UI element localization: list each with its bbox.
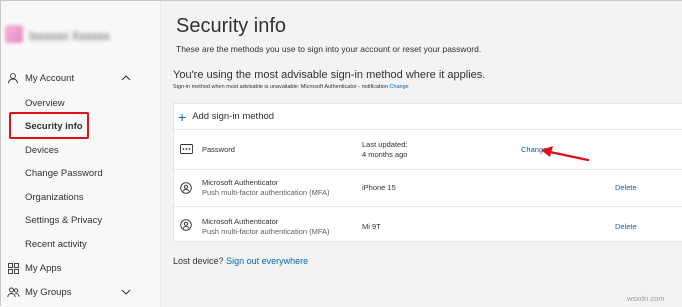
device-name: Mi 9T <box>362 222 381 231</box>
lost-device: Lost device? Sign out everywhere <box>173 256 308 266</box>
authenticator-icon <box>180 218 192 234</box>
advisable-message: You're using the most advisable sign-in … <box>173 69 486 81</box>
main-content: Security info These are the methods you … <box>161 1 682 307</box>
delete-method-button[interactable]: Delete <box>615 222 637 231</box>
nav-group-my-apps[interactable]: My Apps <box>1 256 161 280</box>
apps-grid-icon <box>6 261 20 275</box>
page-subtitle: These are the methods you use to sign in… <box>176 44 482 54</box>
profile-name: Ixxxxxx Xxxxxx <box>29 29 110 43</box>
red-arrow-annotation <box>541 146 590 162</box>
sidebar: Ixxxxxx Xxxxxx My Account Overview Secur… <box>1 1 161 307</box>
sidebar-item-organizations[interactable]: Organizations <box>25 192 84 203</box>
sidebar-item-devices[interactable]: Devices <box>25 145 59 156</box>
watermark: wsxdn.com <box>627 294 665 303</box>
method-description: Push multi-factor authentication (MFA) <box>202 188 330 197</box>
method-row-authenticator: Microsoft Authenticator Push multi-facto… <box>174 206 682 243</box>
sidebar-item-change-password[interactable]: Change Password <box>25 168 103 179</box>
device-name: iPhone 15 <box>362 183 396 192</box>
chevron-up-icon[interactable] <box>119 71 133 85</box>
chevron-down-icon[interactable] <box>119 285 133 299</box>
method-name: Password <box>202 145 235 154</box>
method-row-authenticator: Microsoft Authenticator Push multi-facto… <box>174 169 682 206</box>
profile[interactable]: Ixxxxxx Xxxxxx <box>5 25 155 45</box>
authenticator-icon <box>180 181 192 197</box>
unavailable-text: Sign-in method when most advisable is un… <box>173 84 388 90</box>
sidebar-item-recent-activity[interactable]: Recent activity <box>25 239 87 250</box>
highlight-box <box>9 112 89 139</box>
methods-card: + Add sign-in method Password Last updat… <box>173 103 682 242</box>
sidebar-item-settings-privacy[interactable]: Settings & Privacy <box>25 215 102 226</box>
password-dots-icon <box>180 144 193 156</box>
method-row-password: Password Last updated: 4 months ago Chan… <box>174 129 682 169</box>
nav-group-my-account[interactable]: My Account <box>1 66 161 90</box>
sign-out-everywhere-link[interactable]: Sign out everywhere <box>226 256 308 266</box>
nav-group-my-groups[interactable]: My Groups <box>1 280 161 304</box>
delete-method-button[interactable]: Delete <box>615 183 637 192</box>
page-title: Security info <box>176 15 287 37</box>
lost-device-label: Lost device? <box>173 256 224 266</box>
avatar <box>5 25 23 43</box>
default-method-change-link[interactable]: Change <box>389 84 408 90</box>
method-name: Microsoft Authenticator <box>202 178 279 187</box>
method-name: Microsoft Authenticator <box>202 217 279 226</box>
plus-icon: + <box>178 108 187 125</box>
add-method-label: Add sign-in method <box>192 111 275 122</box>
add-sign-in-method-button[interactable]: + Add sign-in method <box>174 104 682 129</box>
nav-group-label: My Apps <box>25 262 62 274</box>
last-updated-value: 4 months ago <box>362 150 408 159</box>
groups-icon <box>6 285 20 299</box>
sidebar-item-overview[interactable]: Overview <box>25 98 65 109</box>
method-description: Push multi-factor authentication (MFA) <box>202 227 330 236</box>
last-updated-label: Last updated: <box>362 140 408 149</box>
person-icon <box>6 71 20 85</box>
nav-group-label: My Account <box>25 72 75 84</box>
unavailable-message: Sign-in method when most advisable is un… <box>173 84 409 90</box>
nav-group-label: My Groups <box>25 286 72 298</box>
